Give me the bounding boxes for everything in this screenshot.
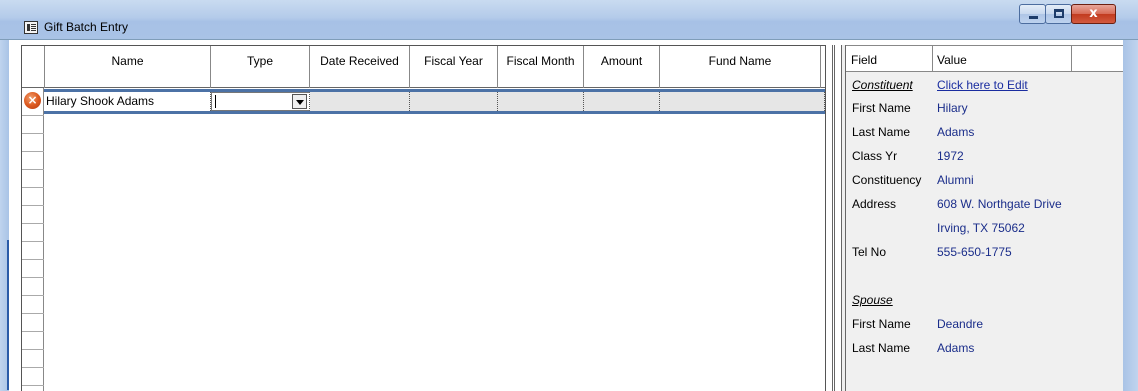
- window-controls: x: [1019, 4, 1116, 26]
- list-item: First Name Deandre: [846, 312, 1123, 335]
- row-divider: [22, 151, 44, 152]
- row-divider: [22, 313, 44, 314]
- row-divider: [22, 385, 44, 386]
- cell-fund-name[interactable]: [660, 92, 825, 111]
- row-divider: [22, 295, 44, 296]
- maximize-button[interactable]: [1045, 4, 1072, 24]
- column-header-field[interactable]: Field: [846, 46, 933, 72]
- grid-header: Name Type Date Received Fiscal Year Fisc…: [22, 46, 825, 88]
- column-header-date-received[interactable]: Date Received: [310, 46, 410, 88]
- maximize-icon: [1054, 9, 1064, 18]
- list-item: Address 608 W. Northgate Drive: [846, 192, 1123, 215]
- field-value: Deandre: [937, 317, 984, 331]
- field-value: 608 W. Northgate Drive: [937, 197, 1062, 211]
- column-header-fiscal-year[interactable]: Fiscal Year: [410, 46, 498, 88]
- minimize-icon: [1029, 16, 1038, 19]
- close-button[interactable]: x: [1071, 4, 1116, 24]
- column-header-type[interactable]: Type: [211, 46, 310, 88]
- cell-fiscal-month[interactable]: [498, 92, 584, 111]
- list-item: Tel No 555-650-1775: [846, 240, 1123, 263]
- cell-type-dropdown[interactable]: [211, 92, 310, 111]
- row-divider: [22, 115, 44, 116]
- cell-name[interactable]: Hilary Shook Adams: [44, 92, 211, 111]
- row-divider: [22, 169, 44, 170]
- field-value: 555-650-1775: [937, 245, 1012, 259]
- column-header-value[interactable]: Value: [933, 46, 1072, 72]
- close-icon: x: [1089, 6, 1098, 21]
- row-divider: [22, 205, 44, 206]
- field-value: Irving, TX 75062: [937, 221, 1025, 235]
- row-divider: [22, 259, 44, 260]
- row-divider: [22, 277, 44, 278]
- list-item: Last Name Adams: [846, 336, 1123, 359]
- row-divider: [22, 133, 44, 134]
- row-divider: [22, 187, 44, 188]
- constituent-detail-panel: Field Value Constituent Click here to Ed…: [846, 45, 1123, 391]
- section-label-constituent: Constituent: [852, 78, 913, 92]
- list-item: Spouse: [846, 288, 1123, 311]
- list-item: Constituent Click here to Edit: [846, 73, 1123, 96]
- field-label: First Name: [852, 101, 911, 115]
- field-label: Tel No: [852, 245, 887, 259]
- row-selector-column: ×: [22, 88, 44, 391]
- minimize-button[interactable]: [1019, 4, 1046, 24]
- cell-amount[interactable]: [584, 92, 660, 111]
- cell-fiscal-year[interactable]: [410, 92, 498, 111]
- row-divider: [22, 331, 44, 332]
- field-label: Last Name: [852, 341, 911, 355]
- row-divider: [22, 223, 44, 224]
- edit-constituent-link[interactable]: Click here to Edit: [937, 78, 1028, 92]
- gift-grid: Name Type Date Received Fiscal Year Fisc…: [21, 45, 826, 391]
- list-item: Constituency Alumni: [846, 168, 1123, 191]
- row-divider: [22, 367, 44, 368]
- panel-header: Field Value: [846, 46, 1123, 72]
- field-label: First Name: [852, 317, 911, 331]
- field-label: Address: [852, 197, 897, 211]
- frame-accent: [7, 240, 9, 390]
- field-label: Constituency: [852, 173, 922, 187]
- section-label-spouse: Spouse: [852, 293, 893, 307]
- field-value: Alumni: [937, 173, 974, 187]
- list-item: Irving, TX 75062: [846, 216, 1123, 239]
- column-header-fund-name[interactable]: Fund Name: [660, 46, 821, 88]
- table-row[interactable]: Hilary Shook Adams: [44, 89, 825, 114]
- form-icon[interactable]: [24, 21, 38, 34]
- error-icon[interactable]: ×: [24, 92, 41, 109]
- list-item: [846, 264, 1123, 287]
- splitter-bar[interactable]: [832, 45, 835, 391]
- list-item: Class Yr 1972: [846, 144, 1123, 167]
- window-frame-left: [0, 40, 9, 391]
- row-divider: [22, 349, 44, 350]
- field-label: Class Yr: [852, 149, 898, 163]
- field-value: Adams: [937, 125, 975, 139]
- row-divider: [22, 241, 44, 242]
- list-item: First Name Hilary: [846, 96, 1123, 119]
- field-label: Last Name: [852, 125, 911, 139]
- window-frame-right: [1123, 40, 1138, 391]
- window-title: Gift Batch Entry: [44, 20, 129, 34]
- field-value: Hilary: [937, 101, 968, 115]
- column-header-fiscal-month[interactable]: Fiscal Month: [498, 46, 584, 88]
- column-header-amount[interactable]: Amount: [584, 46, 660, 88]
- field-value: 1972: [937, 149, 964, 163]
- text-caret: [215, 95, 216, 108]
- list-item: Last Name Adams: [846, 120, 1123, 143]
- cell-date-received[interactable]: [310, 92, 410, 111]
- row-selector-header[interactable]: [22, 46, 45, 88]
- chevron-down-icon[interactable]: [292, 94, 307, 109]
- title-bar[interactable]: Gift Batch Entry x: [0, 0, 1138, 40]
- column-header-name[interactable]: Name: [45, 46, 211, 88]
- field-value: Adams: [937, 341, 975, 355]
